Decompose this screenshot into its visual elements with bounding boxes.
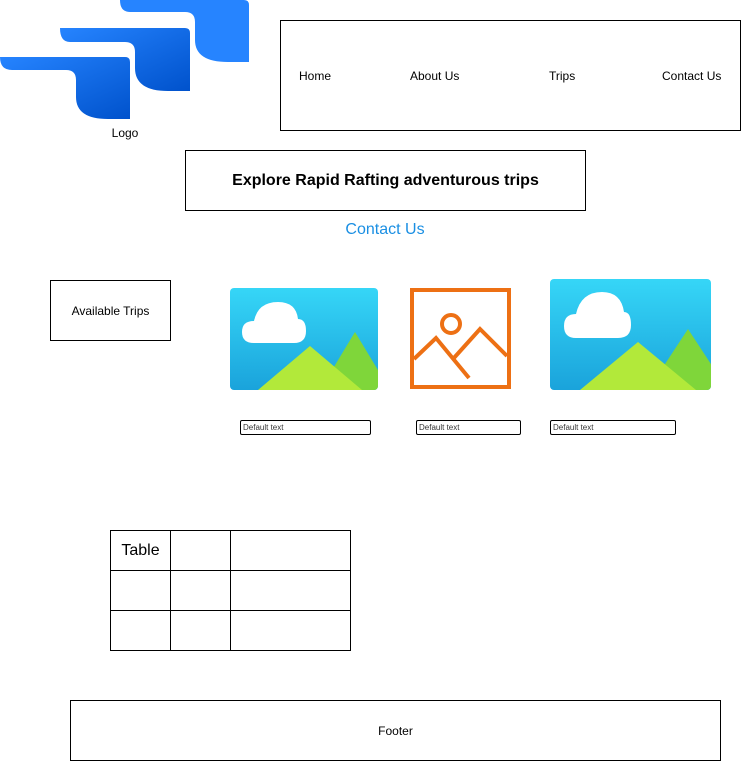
nav-bar: Home About Us Trips Contact Us <box>280 20 741 131</box>
footer: Footer <box>70 700 721 761</box>
nav-item-about-us[interactable]: About Us <box>410 69 459 83</box>
trip-1-text-input[interactable] <box>240 420 371 435</box>
table-row <box>110 570 351 611</box>
table-cell[interactable] <box>170 530 231 571</box>
table-cell[interactable] <box>170 570 231 611</box>
nav-item-trips[interactable]: Trips <box>549 69 575 83</box>
hero-banner: Explore Rapid Rafting adventurous trips <box>185 150 586 211</box>
image-outline-icon <box>410 288 511 389</box>
hero-title: Explore Rapid Rafting adventurous trips <box>232 171 539 189</box>
table-cell[interactable] <box>230 530 351 571</box>
trip-3-text-input[interactable] <box>550 420 676 435</box>
table-cell[interactable] <box>230 570 351 611</box>
table-row: Table <box>110 530 351 571</box>
trip-2-text-input[interactable] <box>416 420 521 435</box>
table-cell[interactable] <box>110 570 171 611</box>
table-cell[interactable] <box>170 610 231 651</box>
table-cell[interactable] <box>230 610 351 651</box>
landscape-image-icon <box>230 288 378 390</box>
contact-us-link[interactable]: Contact Us <box>320 221 450 239</box>
table-row <box>110 610 351 651</box>
available-trips-box: Available Trips <box>50 280 171 341</box>
table-cell[interactable] <box>110 610 171 651</box>
landscape-image-icon <box>550 279 711 390</box>
nav-item-contact-us[interactable]: Contact Us <box>662 69 721 83</box>
logo-label: Logo <box>111 126 139 140</box>
nav-item-home[interactable]: Home <box>299 69 331 83</box>
table-cell-header[interactable]: Table <box>110 530 171 571</box>
logo-icon <box>0 0 249 119</box>
data-table: Table <box>110 530 351 651</box>
